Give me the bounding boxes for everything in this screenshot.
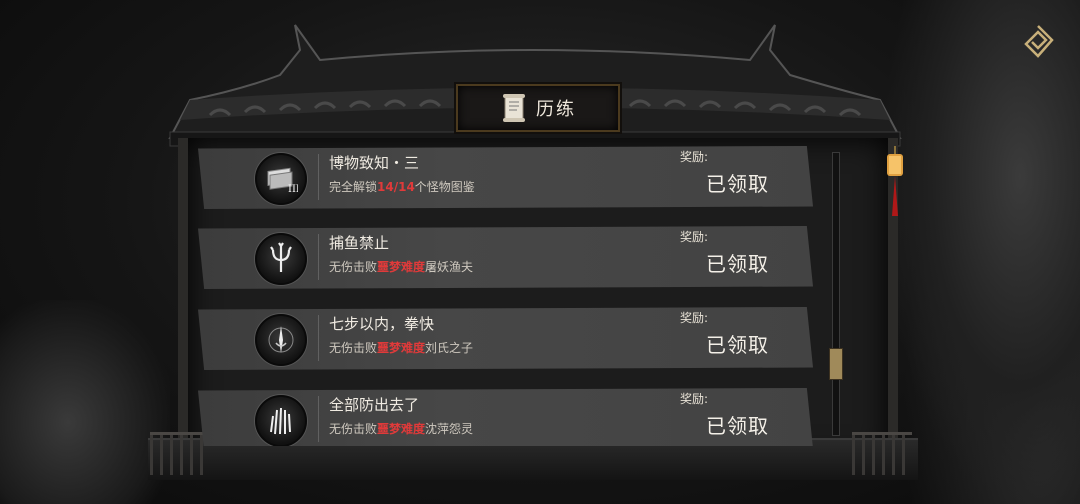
title-plaque: 历练 — [456, 84, 620, 132]
row-divider — [318, 154, 319, 200]
blade-icon — [268, 326, 294, 353]
achievement-desc: 无伤击败噩梦难度沈萍怨灵 — [329, 422, 474, 436]
achievement-title: 捕鱼禁止 — [329, 234, 390, 252]
achievement-list[interactable]: III 博物致知・三 完全解锁14/14个怪物图鉴 奖励: 已领取 捕鱼禁止 无… — [198, 146, 813, 446]
back-icon — [1024, 25, 1054, 58]
claimed-status: 已领取 — [706, 172, 769, 196]
claimed-status: 已领取 — [706, 252, 769, 276]
scrollbar-thumb[interactable] — [829, 348, 843, 380]
claimed-status: 已领取 — [706, 414, 769, 438]
achievement-desc: 无伤击败噩梦难度屠妖渔夫 — [329, 260, 474, 274]
book-icon: III — [267, 167, 298, 195]
row-divider — [318, 396, 319, 442]
railing-right — [852, 432, 912, 475]
claimed-status: 已领取 — [706, 333, 769, 357]
achievement-desc: 无伤击败噩梦难度刘氏之子 — [329, 341, 474, 355]
trident-icon — [270, 242, 292, 272]
page-title: 历练 — [536, 99, 576, 120]
back-button[interactable] — [1018, 22, 1058, 62]
achievement-row[interactable]: 七步以内，拳快 无伤击败噩梦难度刘氏之子 奖励: 已领取 — [198, 307, 813, 370]
reward-label: 奖励: — [680, 230, 709, 244]
achievement-desc: 完全解锁14/14个怪物图鉴 — [329, 180, 475, 194]
achievement-title: 全部防出去了 — [329, 396, 420, 414]
achievement-row[interactable]: 捕鱼禁止 无伤击败噩梦难度屠妖渔夫 奖励: 已领取 — [198, 226, 813, 289]
achievement-badge — [255, 314, 307, 366]
row-divider — [318, 315, 319, 361]
row-divider — [318, 234, 319, 280]
achievement-title: 博物致知・三 — [329, 154, 420, 172]
background-rocks-left — [0, 300, 170, 504]
lantern-icon — [887, 146, 903, 216]
scrollbar-track[interactable] — [832, 152, 840, 436]
achievement-badge — [255, 395, 307, 446]
achievement-title: 七步以内，拳快 — [329, 315, 435, 333]
achievement-badge — [255, 233, 307, 285]
achievement-badge: III — [255, 153, 307, 205]
achievement-row[interactable]: 全部防出去了 无伤击败噩梦难度沈萍怨灵 奖励: 已领取 — [198, 388, 813, 446]
svg-text:III: III — [288, 184, 298, 195]
scroll-icon — [503, 94, 525, 122]
reward-label: 奖励: — [680, 311, 709, 325]
claw-icon — [270, 407, 291, 435]
achievement-row[interactable]: III 博物致知・三 完全解锁14/14个怪物图鉴 奖励: 已领取 — [198, 146, 813, 209]
reward-label: 奖励: — [680, 150, 709, 164]
reward-label: 奖励: — [680, 392, 709, 406]
